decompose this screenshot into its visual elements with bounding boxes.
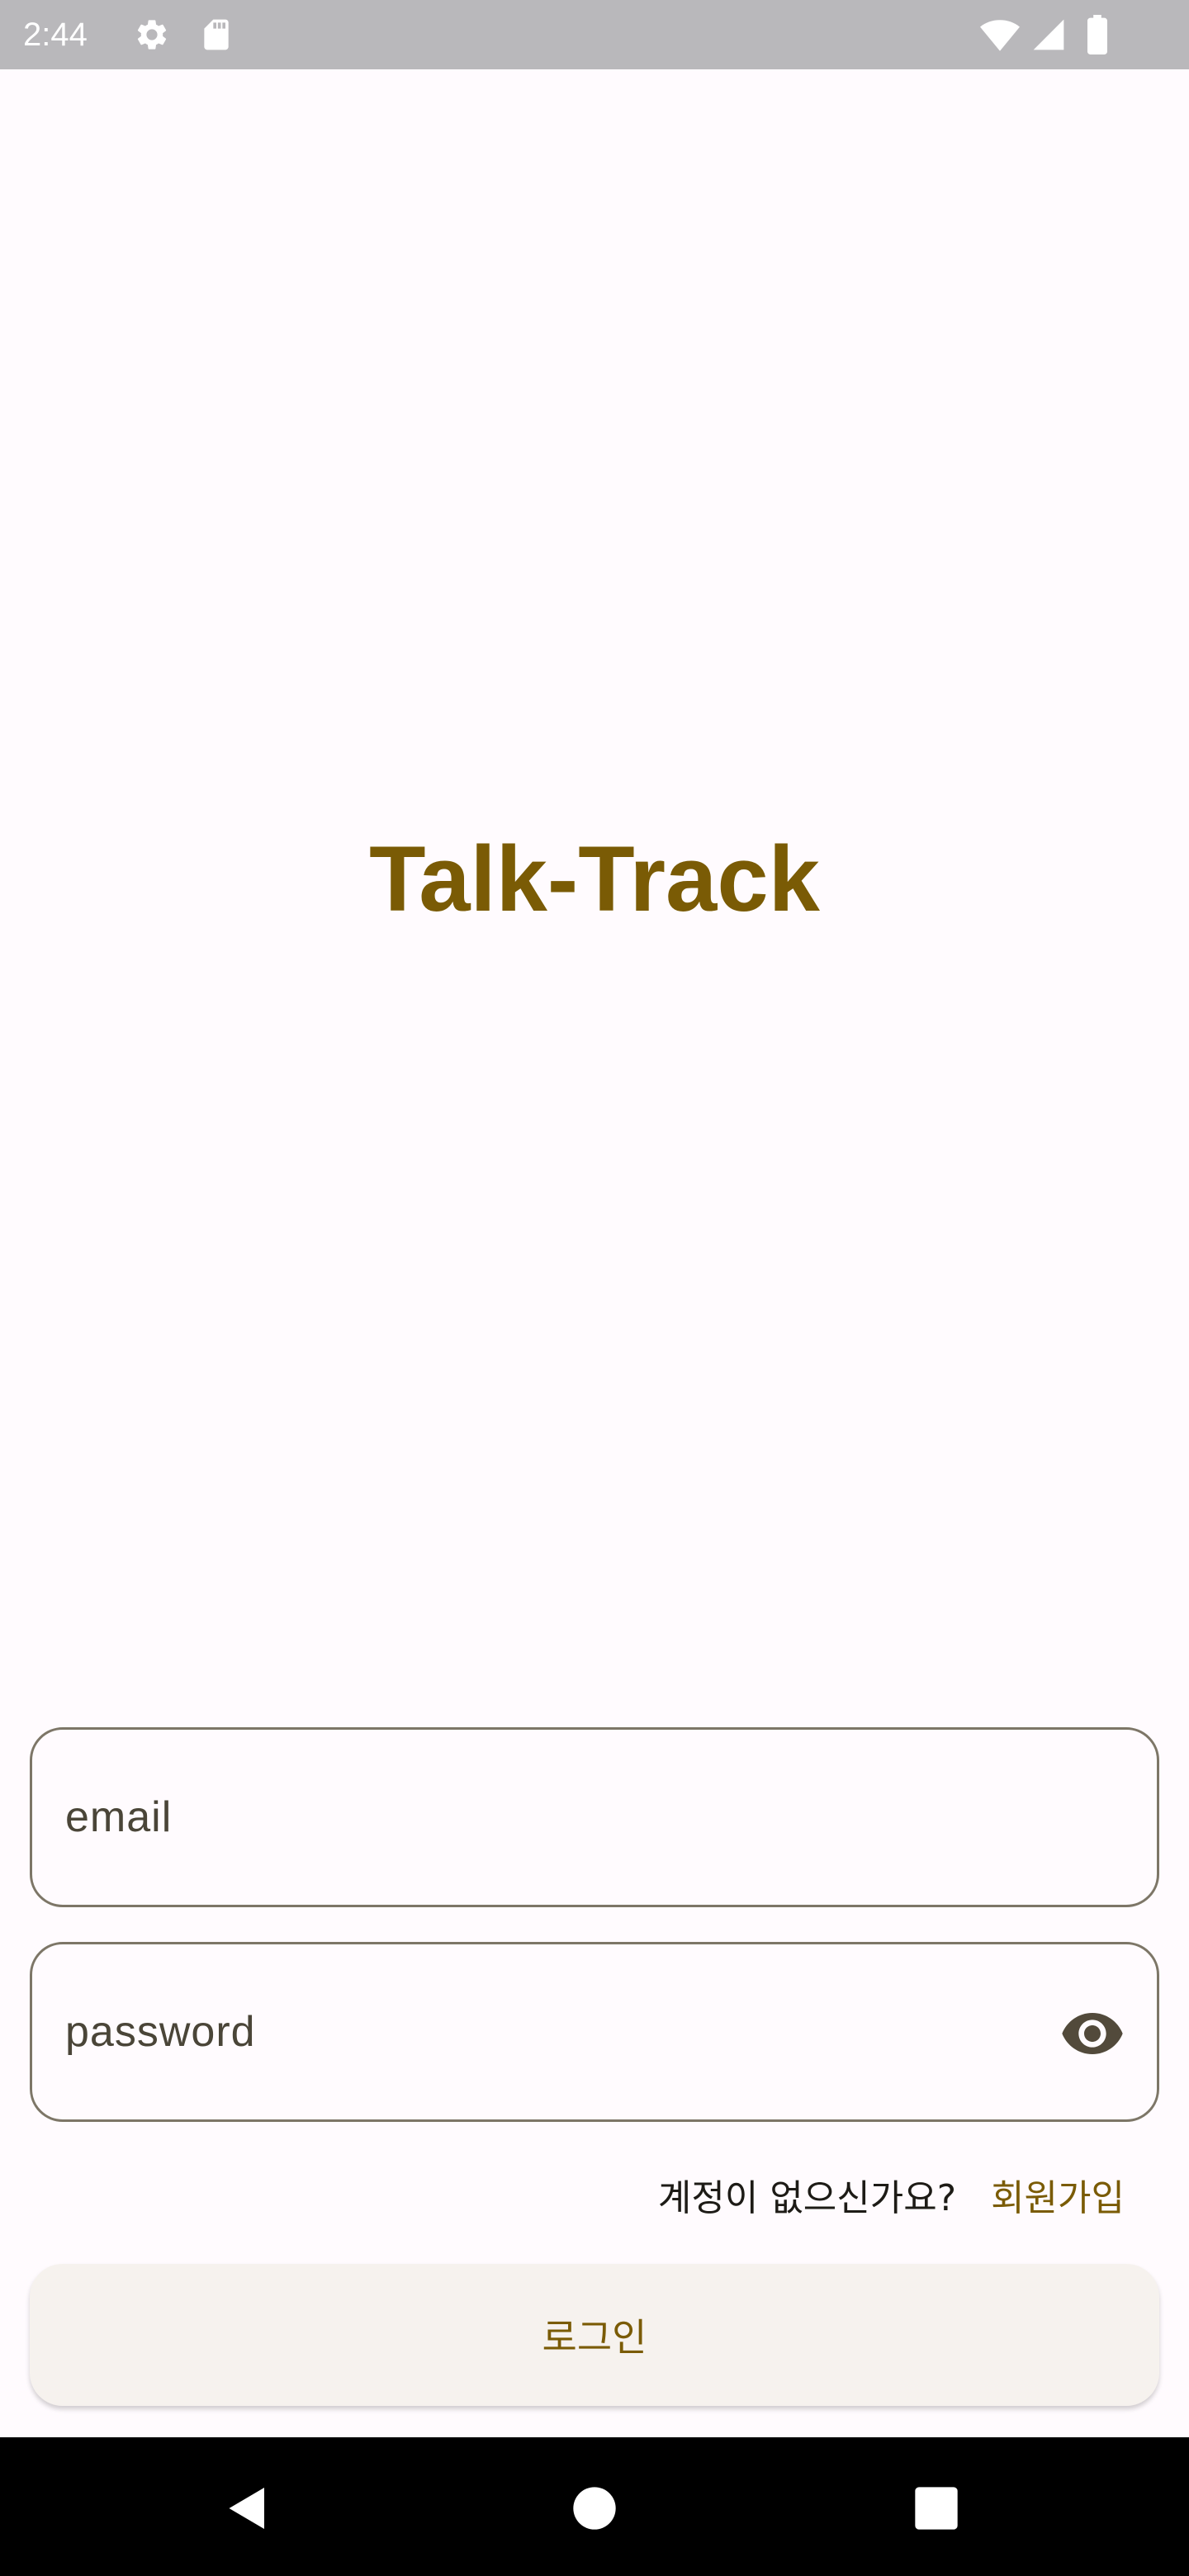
login-screen: 2:44 Talk-Track 계정이 없으신가요? <box>0 0 1189 2576</box>
wifi-icon <box>980 20 1020 51</box>
email-input[interactable] <box>65 1730 973 1905</box>
back-icon <box>229 2488 264 2529</box>
password-field[interactable] <box>30 1942 1159 2122</box>
app-title: Talk-Track <box>369 827 820 930</box>
email-field[interactable] <box>30 1727 1159 1907</box>
login-button[interactable]: 로그인 <box>30 2264 1159 2406</box>
sd-card-icon <box>204 19 229 50</box>
login-button-label: 로그인 <box>542 2315 647 2360</box>
back-button[interactable] <box>215 2475 281 2541</box>
settings-icon <box>137 20 167 50</box>
password-input[interactable] <box>65 1944 973 2119</box>
recents-button[interactable] <box>903 2475 969 2541</box>
signup-link[interactable]: 회원가입 <box>991 2168 1125 2221</box>
signup-row: 계정이 없으신가요? 회원가입 <box>658 2170 1125 2219</box>
battery-icon <box>1087 15 1107 54</box>
eye-icon <box>1062 2013 1123 2054</box>
status-time: 2:44 <box>23 17 88 53</box>
navigation-bar <box>0 2437 1189 2576</box>
cellular-signal-icon <box>1033 19 1064 50</box>
password-visibility-toggle[interactable] <box>1058 2001 1127 2067</box>
signup-question: 계정이 없으신가요? <box>657 2177 957 2219</box>
status-bar: 2:44 <box>0 0 1189 69</box>
recents-icon <box>915 2487 958 2530</box>
home-icon <box>573 2487 616 2530</box>
home-button[interactable] <box>561 2475 628 2541</box>
